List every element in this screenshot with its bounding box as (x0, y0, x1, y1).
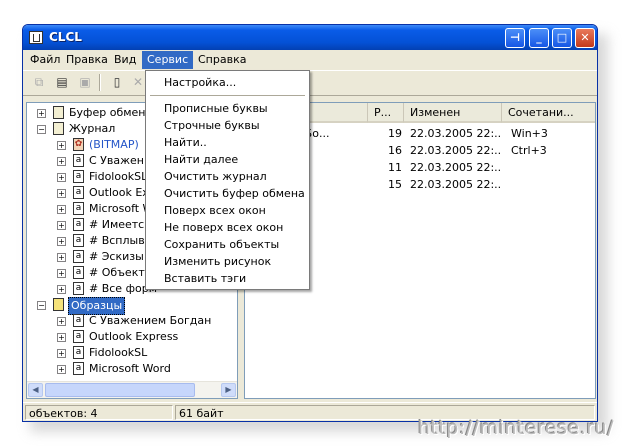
watermark-text: http://minterese.ru/ (417, 417, 614, 439)
new-icon[interactable]: ▯ (109, 75, 125, 90)
column-header-hotkey[interactable]: Сочетани... (502, 103, 595, 123)
menu-item-save-objects[interactable]: Сохранить объекты (147, 236, 308, 253)
text-doc-icon: a (73, 346, 84, 359)
tree-item-label: Журнал (69, 122, 116, 135)
menu-view[interactable]: Вид (109, 51, 141, 69)
expand-icon[interactable]: + (37, 109, 46, 118)
cell-modified: 22.03.2005 22:... (410, 161, 500, 174)
expand-icon[interactable]: + (57, 269, 66, 278)
text-doc-icon: a (73, 362, 84, 375)
status-objects: объектов: 4 (25, 405, 173, 420)
collapse-icon[interactable]: − (37, 125, 46, 134)
menu-item-not-on-top[interactable]: Не поверх всех окон (147, 219, 308, 236)
tree-item-label: Буфер обмена (69, 106, 153, 119)
cell-size: 15 (388, 178, 402, 191)
menu-item-insert-tags[interactable]: Вставить тэги (147, 270, 308, 287)
delete-icon[interactable]: ✕ (130, 75, 146, 90)
menu-bar: Файл Правка Вид Сервис Справка (23, 51, 597, 69)
text-doc-icon: a (73, 250, 84, 263)
menu-help[interactable]: Справка (193, 51, 251, 69)
expand-icon[interactable]: + (57, 221, 66, 230)
book-icon (53, 106, 64, 119)
expand-icon[interactable]: + (57, 285, 66, 294)
book-icon (53, 122, 64, 135)
tree-item-label: FidolookSL (89, 346, 148, 359)
menu-item-edit-image[interactable]: Изменить рисунок (147, 253, 308, 270)
tree-item-label: С Уважением Богдан (89, 314, 212, 327)
tree-item-label: # Имеется (89, 218, 151, 231)
expand-icon[interactable]: + (57, 173, 66, 182)
column-header-modified[interactable]: Изменен (404, 103, 502, 123)
expand-icon[interactable]: + (57, 237, 66, 246)
cell-hotkey: Ctrl+3 (511, 144, 547, 157)
expand-icon[interactable]: + (57, 365, 66, 374)
menu-item-clear-clipboard[interactable]: Очистить буфер обмена (147, 185, 308, 202)
scroll-thumb[interactable] (45, 383, 195, 397)
menu-item-find[interactable]: Найти.. (147, 134, 308, 151)
cell-modified: 22.03.2005 22:... (410, 127, 500, 140)
maximize-icon[interactable]: □ (552, 28, 572, 48)
text-doc-icon: a (73, 202, 84, 215)
expand-icon[interactable]: + (57, 253, 66, 262)
tree-item-label: # Всплыва (89, 234, 152, 247)
minimize-icon[interactable]: _ (529, 28, 549, 48)
expand-icon[interactable]: + (57, 317, 66, 326)
menu-item-clear-history[interactable]: Очистить журнал (147, 168, 308, 185)
menu-separator (150, 95, 305, 96)
toolbar: ⧉ ▤ ▣ ▯ ✕ (23, 70, 597, 96)
tree-item-label: Microsoft Word (89, 362, 171, 375)
text-doc-icon: a (73, 234, 84, 247)
column-header-size[interactable]: Р... (368, 103, 404, 123)
menu-item-uppercase[interactable]: Прописные буквы (147, 100, 308, 117)
menu-item-lowercase[interactable]: Строчные буквы (147, 117, 308, 134)
menu-item-settings[interactable]: Настройка... (147, 74, 308, 91)
pin-icon[interactable]: ⊣ (505, 28, 525, 48)
text-doc-icon: a (73, 154, 84, 167)
expand-icon[interactable]: + (57, 205, 66, 214)
text-doc-icon: a (73, 170, 84, 183)
text-doc-icon: a (73, 282, 84, 295)
cell-size: 16 (388, 144, 402, 157)
text-doc-icon: a (73, 218, 84, 231)
text-doc-icon: a (73, 266, 84, 279)
scroll-right-icon[interactable]: ▶ (221, 383, 236, 397)
menu-edit[interactable]: Правка (61, 51, 113, 69)
clipboard-icon[interactable]: ▣ (77, 75, 93, 90)
expand-icon[interactable]: + (57, 349, 66, 358)
cell-size: 19 (388, 127, 402, 140)
window-title: CLCL (49, 30, 82, 44)
tree-item-label: (BITMAP) (89, 138, 139, 151)
menu-item-find-next[interactable]: Найти далее (147, 151, 308, 168)
service-menu-dropdown: Настройка... Прописные буквы Строчные бу… (145, 70, 310, 290)
close-icon[interactable]: ✕ (575, 28, 595, 48)
cell-size: 11 (388, 161, 402, 174)
expand-icon[interactable]: + (57, 157, 66, 166)
menu-service[interactable]: Сервис (142, 51, 194, 69)
horizontal-scrollbar[interactable]: ◀ ▶ (27, 381, 237, 398)
clipboard-app-icon (29, 31, 43, 44)
cell-modified: 22.03.2005 22:... (410, 178, 500, 191)
tree-item-label: FidolookSL (89, 170, 148, 183)
text-doc-icon: a (73, 314, 84, 327)
tree-item-label: # Объект (89, 266, 145, 279)
tree-item-label: Outlook Express (89, 330, 179, 343)
expand-icon[interactable]: + (57, 333, 66, 342)
toolbar-separator (99, 74, 101, 91)
expand-icon[interactable]: + (57, 141, 66, 150)
title-bar[interactable]: CLCL ⊣ _ □ ✕ (23, 25, 597, 50)
text-doc-icon: a (73, 186, 84, 199)
expand-icon[interactable]: + (57, 189, 66, 198)
menu-item-always-on-top[interactable]: Поверх всех окон (147, 202, 308, 219)
app-window: CLCL ⊣ _ □ ✕ Файл Правка Вид Сервис Спра… (22, 24, 598, 422)
collapse-icon[interactable]: − (37, 301, 46, 310)
bitmap-icon: ✿ (73, 138, 84, 151)
paste-icon[interactable]: ▤ (54, 75, 70, 90)
scroll-left-icon[interactable]: ◀ (28, 383, 43, 397)
cell-hotkey: Win+3 (511, 127, 548, 140)
cell-modified: 22.03.2005 22:... (410, 144, 500, 157)
text-doc-icon: a (73, 330, 84, 343)
folder-icon (53, 298, 64, 311)
menu-file[interactable]: Файл (25, 51, 65, 69)
copy-icon[interactable]: ⧉ (31, 75, 47, 90)
